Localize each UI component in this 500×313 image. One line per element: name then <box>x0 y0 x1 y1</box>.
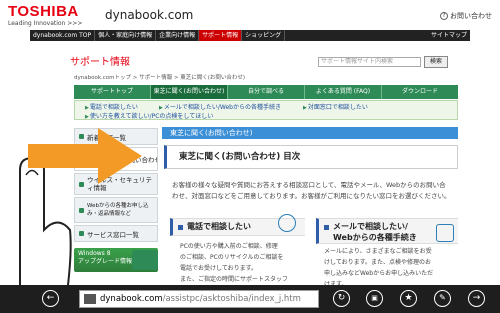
card-line: 電話でお受けしております。 <box>180 265 258 272</box>
address-bar[interactable]: dynabook.com /assistpc/asktoshiba/index_… <box>79 290 319 308</box>
back-button[interactable]: ← <box>42 290 59 307</box>
card-line: 申し込みなどWebからお申し込みいただ <box>324 270 434 277</box>
tab-support-top[interactable]: サポートトップ <box>74 85 151 99</box>
back-arrow-icon: ← <box>46 293 55 303</box>
subnav-link-phone[interactable]: 電話で相談したい <box>85 102 138 111</box>
intro-line: お客様の様々な疑問や質問にお答えする相談窓口として、電話やメール、Webからのお… <box>172 181 446 189</box>
subnav-link-howto[interactable]: 使い方を教えて欲しい/PCの点検をしてほしい <box>85 111 213 120</box>
help-icon: ? <box>440 12 448 20</box>
nav-item-support[interactable]: サポート情報 <box>199 30 243 41</box>
tab-self-search[interactable]: 自分で調べる <box>228 85 305 99</box>
phone-icon <box>278 214 296 232</box>
tabs-button[interactable]: ▣ <box>366 290 383 307</box>
refresh-icon: ↻ <box>337 293 346 303</box>
brand-name: TOSHIBA <box>8 3 79 20</box>
top-navigation: dynabook.com TOP 個人・家庭向け情報 企業向け情報 サポート情報… <box>30 30 470 41</box>
card-line: のご相談、PCのリサイクルのご相談を <box>180 254 284 261</box>
url-path: /assistpc/asktoshiba/index_j.htm <box>162 294 301 304</box>
mail-icon <box>436 224 454 242</box>
card-line: また、ご指定の時間にサポートスタッフ <box>180 276 289 283</box>
site-name[interactable]: dynabook.com <box>105 8 193 22</box>
tools-button[interactable]: ✎ <box>434 290 451 307</box>
nav-item-personal[interactable]: 個人・家庭向け情報 <box>95 30 157 41</box>
search-button[interactable]: 検索 <box>424 56 448 68</box>
url-domain: dynabook.com <box>100 294 163 304</box>
card-line: メールにより、さまざまなご相談をお受 <box>324 248 432 255</box>
star-icon: ★ <box>404 293 413 303</box>
content-category-bar: 東芝に聞く(お問い合わせ) <box>162 127 458 139</box>
swipe-gesture-illustration <box>19 128 142 285</box>
nav-item-shopping[interactable]: ショッピング <box>242 30 286 41</box>
search-input[interactable]: サポート情報サイト内検索 <box>318 57 421 67</box>
subnav-link-mail[interactable]: メールで相談したい/Webからの各種手続き <box>159 102 281 111</box>
intro-text: お客様の様々な疑問や質問にお答えする相談窓口として、電話やメール、Webからのお… <box>172 180 454 202</box>
wrench-icon: ✎ <box>439 293 446 302</box>
nav-item-dynabook-top[interactable]: dynabook.com TOP <box>30 30 96 41</box>
card-line: PCの使い方や購入前のご相談、修理 <box>180 243 278 250</box>
support-tabs: サポートトップ 東芝に聞く(お問い合わせ) 自分で調べる よくある質問 (FAQ… <box>74 85 458 99</box>
mail-card: メールで相談したい/ Webからの各種手続き メールにより、さまざまなご相談をお… <box>316 218 458 288</box>
contact-link[interactable]: ? お問い合わせ <box>440 11 492 21</box>
tab-download[interactable]: ダウンロード <box>382 85 458 99</box>
contact-link-label: お問い合わせ <box>450 12 492 20</box>
brand-tagline: Leading Innovation >>> <box>8 20 83 27</box>
toshiba-logo[interactable]: TOSHIBA Leading Innovation >>> <box>8 4 82 27</box>
tab-ask-toshiba[interactable]: 東芝に聞く(お問い合わせ) <box>151 85 228 99</box>
card-line: けしております。また、点検や修理のお <box>324 259 432 266</box>
mail-card-body: メールにより、さまざまなご相談をお受 けしております。また、点検や修理のお 申し… <box>316 246 458 290</box>
forward-arrow-icon: → <box>472 293 481 303</box>
breadcrumb[interactable]: dynabook.comトップ > サポート情報 > 東芝に聞く(お問い合わせ) <box>74 73 245 81</box>
forward-button[interactable]: → <box>468 290 485 307</box>
pin-icon: ▣ <box>371 294 378 302</box>
nav-item-sitemap[interactable]: サイトマップ <box>428 30 470 41</box>
favorites-button[interactable]: ★ <box>400 290 417 307</box>
sub-navigation: 電話で相談したい メールで相談したい/Webからの各種手続き 対面窓口で相談した… <box>74 100 458 120</box>
nav-item-business[interactable]: 企業向け情報 <box>156 30 200 41</box>
section-title: サポート情報 <box>70 57 130 68</box>
intro-line: わせ、対面窓口などをご用意しております。お客様がご利用になりたい窓口をお選びくだ… <box>172 192 451 200</box>
page-title: 東芝に聞く(お問い合わせ) 目次 <box>164 145 458 169</box>
refresh-button[interactable]: ↻ <box>333 290 350 307</box>
tab-faq[interactable]: よくある質問 (FAQ) <box>305 85 382 99</box>
browser-viewport: TOSHIBA Leading Innovation >>> dynabook.… <box>0 0 500 313</box>
finger-icon <box>19 156 72 285</box>
subnav-link-counter[interactable]: 対面窓口で相談したい <box>303 102 368 111</box>
arrow-right-icon <box>28 128 142 184</box>
page-icon <box>84 294 96 304</box>
phone-card-body: PCの使い方や購入前のご相談、修理 のご相談、PCのリサイクルのご相談を 電話で… <box>170 241 305 285</box>
phone-card: 電話で相談したい PCの使い方や購入前のご相談、修理 のご相談、PCのリサイクル… <box>170 214 305 285</box>
